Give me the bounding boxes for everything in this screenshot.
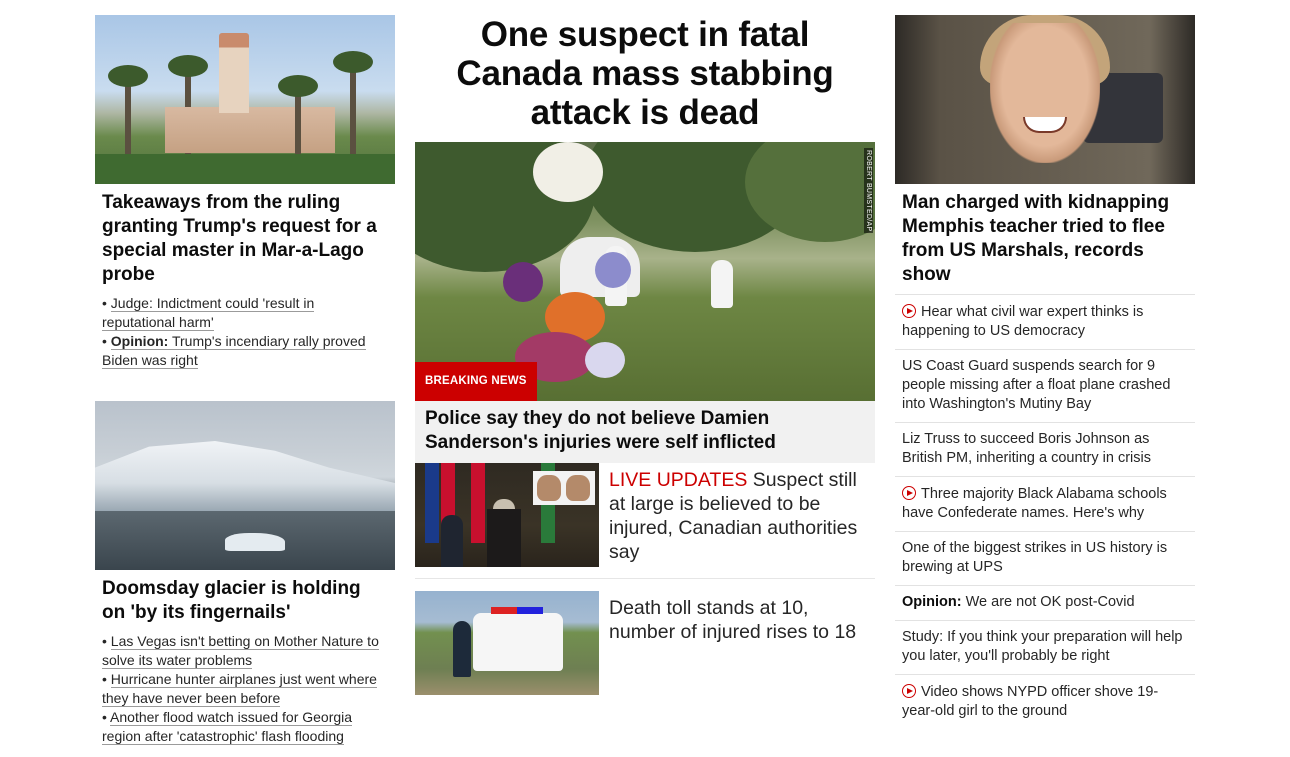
mansion-building bbox=[165, 107, 335, 153]
related-link[interactable]: • Judge: Indictment could 'result in rep… bbox=[102, 294, 388, 332]
police-suv bbox=[473, 613, 563, 671]
story-headline[interactable]: Man charged with kidnapping Memphis teac… bbox=[895, 184, 1195, 287]
photo-credit: ROBERT BUMSTED/AP bbox=[864, 148, 873, 234]
related-link-text[interactable]: Judge: Indictment could 'result in reput… bbox=[102, 295, 315, 331]
related-link[interactable]: • Las Vegas isn't betting on Mother Natu… bbox=[102, 632, 388, 670]
iceberg bbox=[225, 533, 285, 551]
palm-frond bbox=[278, 75, 318, 97]
related-link[interactable]: • Hurricane hunter airplanes just went w… bbox=[102, 670, 388, 708]
lawn bbox=[95, 154, 395, 184]
hero-subheadline[interactable]: Police say they do not believe Damien Sa… bbox=[415, 401, 875, 463]
list-item-text: Liz Truss to succeed Boris Johnson as Br… bbox=[902, 431, 1151, 466]
hero-headline[interactable]: One suspect in fatal Canada mass stabbin… bbox=[415, 0, 875, 142]
list-item-text: Hear what civil war expert thinks is hap… bbox=[902, 304, 1144, 339]
mar-a-lago-image[interactable] bbox=[95, 15, 395, 184]
hero-image[interactable]: ROBERT BUMSTED/AP BREAKING NEWS bbox=[415, 142, 875, 401]
list-item[interactable]: US Coast Guard suspends search for 9 peo… bbox=[895, 349, 1195, 422]
right-column: Man charged with kidnapping Memphis teac… bbox=[895, 15, 1195, 729]
list-item[interactable]: Video shows NYPD officer shove 19-year-o… bbox=[895, 674, 1195, 729]
list-item[interactable]: Three majority Black Alabama schools hav… bbox=[895, 476, 1195, 531]
story-text[interactable]: Death toll stands at 10, number of injur… bbox=[599, 591, 875, 707]
glacier-ice bbox=[95, 441, 395, 511]
flag bbox=[471, 463, 485, 543]
left-column: Takeaways from the ruling granting Trump… bbox=[95, 15, 395, 746]
podium bbox=[487, 509, 521, 567]
portrait-image[interactable] bbox=[895, 15, 1195, 184]
related-link[interactable]: • Opinion: Trump's incendiary rally prov… bbox=[102, 332, 388, 370]
suspect-photos bbox=[533, 471, 595, 505]
police-officer bbox=[453, 621, 471, 677]
list-item[interactable]: Opinion: We are not OK post-Covid bbox=[895, 585, 1195, 620]
list-item[interactable]: Liz Truss to succeed Boris Johnson as Br… bbox=[895, 422, 1195, 476]
glacier-image[interactable] bbox=[95, 401, 395, 570]
breaking-news-badge: BREAKING NEWS bbox=[415, 362, 537, 401]
list-item-text: Three majority Black Alabama schools hav… bbox=[902, 486, 1167, 521]
headline-list: Hear what civil war expert thinks is hap… bbox=[895, 294, 1195, 729]
face bbox=[990, 23, 1100, 163]
related-links: • Las Vegas isn't betting on Mother Natu… bbox=[95, 625, 395, 746]
related-link-text[interactable]: Las Vegas isn't betting on Mother Nature… bbox=[102, 633, 379, 669]
flag bbox=[425, 463, 439, 543]
related-link-text[interactable]: Hurricane hunter airplanes just went whe… bbox=[102, 671, 377, 707]
list-item[interactable]: Study: If you think your preparation wil… bbox=[895, 620, 1195, 674]
story-headline[interactable]: Doomsday glacier is holding on 'by its f… bbox=[95, 570, 395, 625]
list-item-text: US Coast Guard suspends search for 9 peo… bbox=[902, 358, 1171, 412]
story-text[interactable]: LIVE UPDATES Suspect still at large is b… bbox=[599, 463, 875, 578]
list-item-text: Video shows NYPD officer shove 19-year-o… bbox=[902, 684, 1159, 719]
suspect-photo bbox=[566, 475, 590, 501]
related-links: • Judge: Indictment could 'result in rep… bbox=[95, 287, 395, 370]
flower bbox=[595, 252, 631, 288]
video-play-icon bbox=[902, 304, 916, 318]
palm-frond bbox=[108, 65, 148, 87]
press-conference-image[interactable] bbox=[415, 463, 599, 567]
story-card[interactable]: LIVE UPDATES Suspect still at large is b… bbox=[415, 463, 875, 579]
flower bbox=[533, 142, 603, 202]
flower bbox=[503, 262, 543, 302]
list-item[interactable]: One of the biggest strikes in US history… bbox=[895, 531, 1195, 585]
palm-frond bbox=[333, 51, 373, 73]
related-link-text[interactable]: Another flood watch issued for Georgia r… bbox=[102, 709, 353, 745]
opinion-label: Opinion: bbox=[110, 333, 169, 349]
official bbox=[441, 515, 463, 567]
police-vehicle-image[interactable] bbox=[415, 591, 599, 695]
center-column: One suspect in fatal Canada mass stabbin… bbox=[415, 0, 875, 707]
palm-frond bbox=[168, 55, 208, 77]
list-item-text: One of the biggest strikes in US history… bbox=[902, 540, 1168, 575]
live-updates-label: LIVE UPDATES bbox=[609, 469, 748, 491]
video-play-icon bbox=[902, 684, 916, 698]
list-item-text: Study: If you think your preparation wil… bbox=[902, 629, 1183, 664]
police-lights bbox=[491, 607, 543, 614]
suspect-photo bbox=[537, 475, 561, 501]
related-link-text[interactable]: Opinion: Trump's incendiary rally proved… bbox=[102, 333, 366, 369]
story-card[interactable]: Death toll stands at 10, number of injur… bbox=[415, 591, 875, 707]
mansion-tower bbox=[219, 33, 249, 113]
investigator bbox=[711, 260, 733, 308]
video-play-icon bbox=[902, 486, 916, 500]
story-headline[interactable]: Takeaways from the ruling granting Trump… bbox=[95, 184, 395, 287]
list-item[interactable]: Hear what civil war expert thinks is hap… bbox=[895, 294, 1195, 349]
opinion-label: Opinion: bbox=[902, 594, 962, 610]
list-item-text: We are not OK post-Covid bbox=[961, 594, 1135, 610]
palm-tree bbox=[350, 59, 356, 154]
flower bbox=[585, 342, 625, 378]
related-link[interactable]: • Another flood watch issued for Georgia… bbox=[102, 708, 388, 746]
